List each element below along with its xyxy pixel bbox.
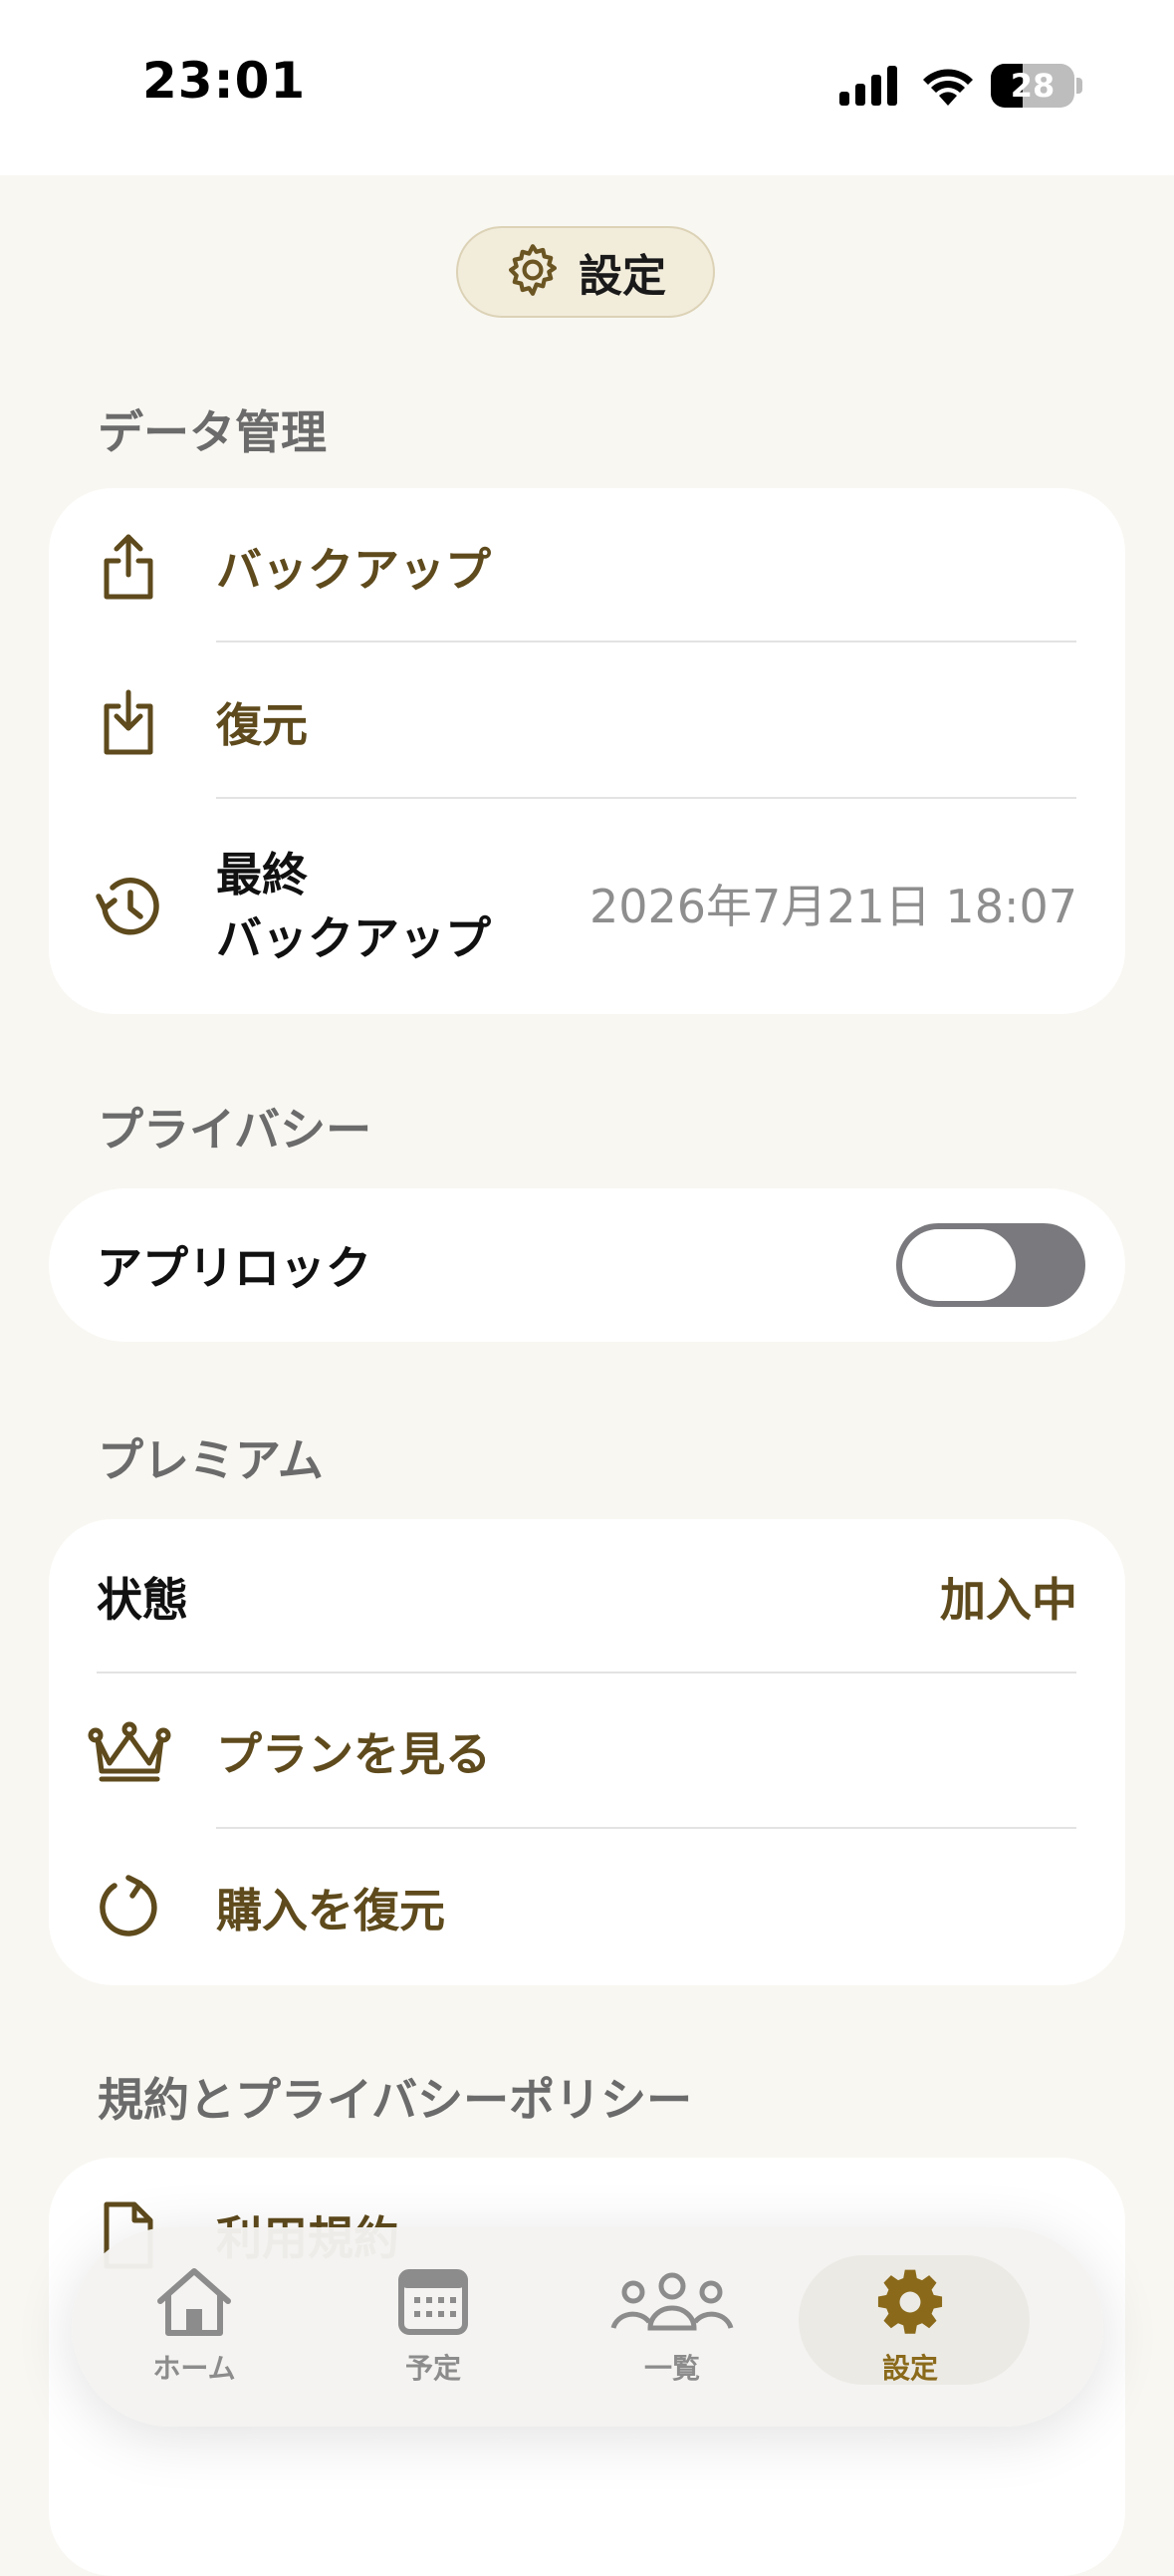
last-backup-label-line2: バックアップ (216, 911, 491, 965)
app-lock-toggle[interactable] (896, 1223, 1085, 1307)
tab-home[interactable]: ホーム (85, 2227, 304, 2427)
battery-cap (1076, 78, 1082, 94)
subscription-status-row: 状態 加入中 (49, 1519, 1125, 1674)
app-lock-row: アプリロック (49, 1188, 1125, 1342)
tab-schedule-label: 予定 (404, 2352, 461, 2385)
people-icon (609, 2263, 735, 2341)
signal-icon (839, 66, 897, 110)
last-backup-label: 最終 バックアップ (216, 843, 491, 970)
gear-icon (505, 242, 561, 302)
status-bar: 23:01 28 (0, 0, 1174, 175)
page-title-pill: 設定 (456, 226, 715, 318)
calendar-icon (398, 2263, 468, 2341)
section-label-terms: 規約とプライバシーポリシー (98, 2073, 693, 2127)
tab-settings[interactable]: 設定 (799, 2227, 1030, 2427)
refresh-icon (93, 1872, 164, 1943)
backup-label: バックアップ (216, 543, 491, 597)
status-time: 23:01 (142, 52, 307, 110)
gear-icon (873, 2263, 947, 2341)
history-icon (93, 871, 164, 942)
download-icon (93, 686, 164, 758)
app-lock-label: アプリロック (97, 1241, 371, 1295)
toggle-knob (902, 1229, 1016, 1301)
restore-row[interactable]: 復元 (49, 644, 1125, 801)
tab-list-label: 一覧 (643, 2352, 700, 2385)
premium-card: 状態 加入中 プランを見る 購入を復元 (49, 1519, 1125, 1985)
backup-row[interactable]: バックアップ (49, 488, 1125, 645)
restore-purchase-row[interactable]: 購入を復元 (49, 1829, 1125, 1985)
view-plans-row[interactable]: プランを見る (49, 1674, 1125, 1829)
battery-icon: 28 (991, 64, 1074, 108)
last-backup-label-line1: 最終 (216, 848, 308, 902)
tab-bar: ホーム 予定 一覧 設定 (72, 2227, 1103, 2427)
crown-icon (87, 1715, 172, 1787)
privacy-card: アプリロック (49, 1188, 1125, 1342)
status-value: 加入中 (940, 1572, 1077, 1627)
status-label: 状態 (97, 1572, 188, 1627)
tab-home-label: ホーム (152, 2352, 236, 2385)
data-card: バックアップ 復元 最終 バックアップ 2026年7月21日 18:07 (49, 488, 1125, 1014)
divider (216, 641, 1076, 643)
restore-purchase-label: 購入を復元 (216, 1883, 445, 1937)
view-plans-label: プランを見る (216, 1727, 491, 1781)
tab-schedule[interactable]: 予定 (324, 2227, 543, 2427)
share-icon (93, 531, 164, 603)
page-title: 設定 (579, 251, 666, 302)
battery-level: 28 (1010, 67, 1056, 105)
section-label-premium: プレミアム (98, 1433, 324, 1487)
section-label-privacy: プライバシー (98, 1103, 372, 1157)
tab-list[interactable]: 一覧 (563, 2227, 782, 2427)
wifi-icon (921, 64, 975, 110)
tab-settings-label: 設定 (881, 2352, 938, 2385)
last-backup-row: 最終 バックアップ 2026年7月21日 18:07 (49, 799, 1125, 1014)
section-label-data: データ管理 (98, 405, 327, 459)
last-backup-value: 2026年7月21日 18:07 (588, 880, 1077, 933)
home-icon (154, 2263, 234, 2341)
restore-label: 復元 (216, 698, 308, 752)
